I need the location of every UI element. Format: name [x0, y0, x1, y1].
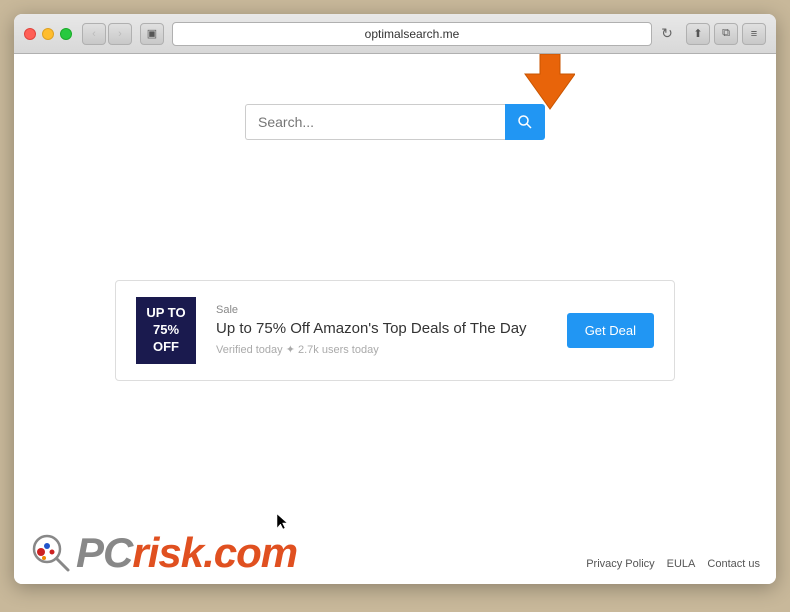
contact-us-link[interactable]: Contact us — [707, 558, 760, 570]
url-text: optimalsearch.me — [365, 27, 460, 41]
ad-sale-label: Sale — [216, 304, 547, 316]
pcrisk-logo-icon — [30, 532, 72, 574]
maximize-button[interactable] — [60, 28, 72, 40]
address-bar[interactable]: optimalsearch.me — [172, 22, 652, 46]
traffic-lights — [24, 28, 72, 40]
ad-title: Up to 75% Off Amazon's Top Deals of The … — [216, 320, 547, 337]
badge-line3: OFF — [146, 339, 186, 356]
back-button[interactable]: ‹ — [82, 23, 106, 45]
browser-window: ‹ › ▣ optimalsearch.me ↻ ⬆ ⧉ ≡ — [14, 14, 776, 584]
badge-line1: UP TO — [146, 305, 186, 322]
ad-meta: Verified today ✦ 2.7k users today — [216, 343, 547, 356]
tab-view-button[interactable]: ▣ — [140, 23, 164, 45]
minimize-button[interactable] — [42, 28, 54, 40]
arrow-icon — [495, 54, 575, 119]
new-tab-button[interactable]: ⧉ — [714, 23, 738, 45]
ad-badge: UP TO 75% OFF — [136, 297, 196, 364]
privacy-policy-link[interactable]: Privacy Policy — [586, 558, 654, 570]
nav-buttons: ‹ › — [82, 23, 132, 45]
arrow-annotation — [495, 54, 575, 119]
pcrisk-logo: PCrisk.com — [30, 532, 297, 574]
logo-risk: risk.com — [132, 529, 297, 576]
ad-card: UP TO 75% OFF Sale Up to 75% Off Amazon'… — [115, 280, 675, 381]
close-button[interactable] — [24, 28, 36, 40]
search-input[interactable] — [245, 104, 505, 140]
footer-links: Privacy Policy EULA Contact us — [586, 558, 760, 574]
logo-text: PCrisk.com — [76, 532, 297, 574]
reload-button[interactable]: ↻ — [656, 23, 678, 45]
badge-line2: 75% — [146, 322, 186, 339]
page-content: UP TO 75% OFF Sale Up to 75% Off Amazon'… — [14, 54, 776, 584]
title-bar: ‹ › ▣ optimalsearch.me ↻ ⬆ ⧉ ≡ — [14, 14, 776, 54]
logo-pc: PC — [76, 529, 132, 576]
eula-link[interactable]: EULA — [667, 558, 696, 570]
forward-button[interactable]: › — [108, 23, 132, 45]
ad-content: Sale Up to 75% Off Amazon's Top Deals of… — [216, 304, 547, 356]
page-footer: PCrisk.com Privacy Policy EULA Contact u… — [14, 522, 776, 584]
sidebar-button[interactable]: ≡ — [742, 23, 766, 45]
search-area — [245, 104, 545, 140]
address-bar-container: optimalsearch.me ↻ — [172, 22, 678, 46]
toolbar-actions: ⬆ ⧉ ≡ — [686, 23, 766, 45]
share-button[interactable]: ⬆ — [686, 23, 710, 45]
get-deal-button[interactable]: Get Deal — [567, 313, 654, 348]
